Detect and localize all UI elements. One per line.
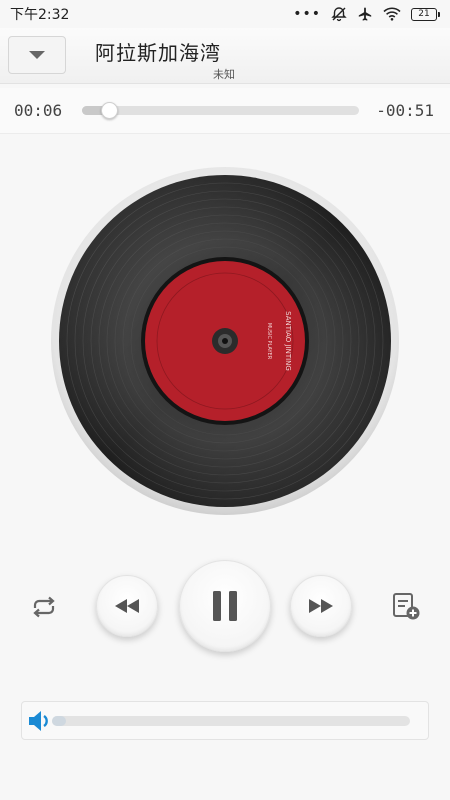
alarm-off-icon [331,7,347,22]
seek-thumb[interactable] [101,102,119,119]
seek-bar[interactable] [82,102,359,119]
airplane-icon [358,7,372,21]
record-label-text-top: SANTIAO JINTING [284,311,292,371]
song-title: 阿拉斯加海湾 [95,41,221,65]
battery-level: 21 [411,7,437,21]
elapsed-time: 00:06 [14,101,63,120]
playback-controls [0,560,450,655]
more-dots-icon: ••• [293,6,321,22]
vinyl-record-art: SANTIAO JINTING MUSIC PLAYER [51,167,399,515]
chevron-down-icon [29,51,45,59]
fast-forward-icon [309,599,333,613]
speaker-icon [29,711,48,731]
status-time: 下午2:32 [10,7,70,23]
progress-row: 00:06 -00:51 [0,88,450,134]
wifi-icon [383,7,401,21]
previous-button[interactable] [96,575,158,637]
volume-control [21,701,429,740]
volume-slider[interactable] [52,716,410,726]
volume-button[interactable] [27,709,53,733]
next-button[interactable] [290,575,352,637]
status-bar: 下午2:32 ••• 21 [0,0,450,28]
battery-indicator: 21 [411,7,440,21]
player-header: 阿拉斯加海湾 未知 [0,28,450,84]
rewind-icon [115,599,139,613]
add-to-playlist-button[interactable] [390,590,422,622]
pause-icon [213,591,237,621]
remaining-time: -00:51 [376,101,434,120]
volume-slider-fill [52,716,67,726]
repeat-button[interactable] [28,593,60,621]
vinyl-record: SANTIAO JINTING MUSIC PLAYER [50,166,400,516]
artist-name: 未知 [213,68,235,81]
status-icons: ••• 21 [293,6,440,22]
play-pause-button[interactable] [179,560,271,652]
add-to-playlist-icon [393,593,420,620]
collapse-button[interactable] [8,36,66,74]
repeat-icon [33,596,55,618]
music-player-screen: 下午2:32 ••• 21 阿拉斯加海湾 未知 00:06 -00:51 SAN… [0,0,450,800]
record-label-text-mid: MUSIC PLAYER [266,323,272,360]
